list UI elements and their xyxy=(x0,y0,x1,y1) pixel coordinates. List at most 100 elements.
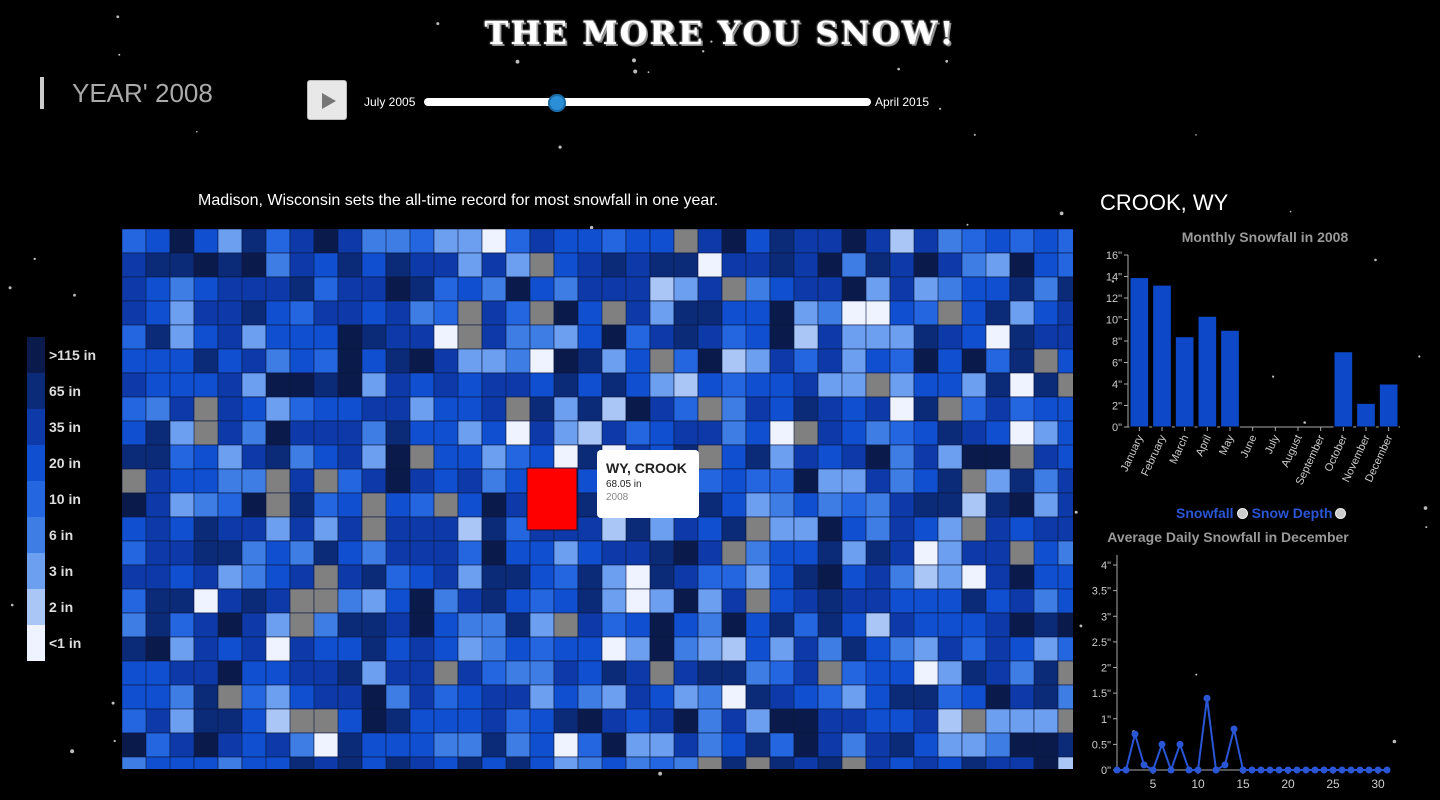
county[interactable] xyxy=(433,756,459,769)
county[interactable] xyxy=(697,660,723,686)
county[interactable] xyxy=(577,636,603,662)
county[interactable] xyxy=(433,612,459,638)
county[interactable] xyxy=(529,229,555,254)
county[interactable] xyxy=(841,684,867,710)
county[interactable] xyxy=(865,324,891,350)
county[interactable] xyxy=(313,300,339,326)
county[interactable] xyxy=(122,612,147,638)
county[interactable] xyxy=(433,420,459,446)
county[interactable] xyxy=(553,588,579,614)
county[interactable] xyxy=(793,229,819,254)
county[interactable] xyxy=(553,636,579,662)
county[interactable] xyxy=(457,732,483,758)
county[interactable] xyxy=(409,564,435,590)
county[interactable] xyxy=(817,756,843,769)
county[interactable] xyxy=(769,732,795,758)
county[interactable] xyxy=(505,324,531,350)
county[interactable] xyxy=(817,396,843,422)
county[interactable] xyxy=(721,732,747,758)
county[interactable] xyxy=(697,756,723,769)
county[interactable] xyxy=(193,492,219,518)
county[interactable] xyxy=(337,588,363,614)
county[interactable] xyxy=(217,229,243,254)
county[interactable] xyxy=(241,444,267,470)
county[interactable] xyxy=(889,468,915,494)
county[interactable] xyxy=(817,300,843,326)
county[interactable] xyxy=(529,684,555,710)
data-point[interactable] xyxy=(1365,766,1373,774)
county[interactable] xyxy=(577,348,603,374)
county[interactable] xyxy=(265,636,291,662)
county[interactable] xyxy=(745,564,771,590)
county[interactable] xyxy=(625,324,651,350)
county[interactable] xyxy=(217,756,243,769)
county[interactable] xyxy=(265,732,291,758)
county[interactable] xyxy=(865,420,891,446)
county[interactable] xyxy=(1057,276,1073,302)
county[interactable] xyxy=(145,636,171,662)
county[interactable] xyxy=(409,420,435,446)
county[interactable] xyxy=(769,372,795,398)
county[interactable] xyxy=(481,444,507,470)
county[interactable] xyxy=(385,252,411,278)
county[interactable] xyxy=(193,229,219,254)
bar[interactable] xyxy=(1378,383,1399,428)
data-point[interactable] xyxy=(1113,766,1121,774)
county[interactable] xyxy=(769,708,795,734)
county[interactable] xyxy=(457,588,483,614)
county[interactable] xyxy=(721,372,747,398)
county[interactable] xyxy=(217,564,243,590)
county[interactable] xyxy=(385,540,411,566)
county[interactable] xyxy=(1009,252,1035,278)
county[interactable] xyxy=(289,348,315,374)
county[interactable] xyxy=(217,300,243,326)
county[interactable] xyxy=(985,612,1011,638)
county[interactable] xyxy=(937,612,963,638)
county[interactable] xyxy=(841,396,867,422)
county[interactable] xyxy=(937,732,963,758)
county[interactable] xyxy=(265,229,291,254)
county[interactable] xyxy=(505,540,531,566)
county[interactable] xyxy=(817,540,843,566)
county[interactable] xyxy=(937,636,963,662)
county[interactable] xyxy=(673,300,699,326)
county[interactable] xyxy=(985,708,1011,734)
county[interactable] xyxy=(865,636,891,662)
county[interactable] xyxy=(217,348,243,374)
county[interactable] xyxy=(1057,444,1073,470)
data-point[interactable] xyxy=(1212,766,1220,774)
county[interactable] xyxy=(721,468,747,494)
county[interactable] xyxy=(1033,252,1059,278)
bar[interactable] xyxy=(1220,329,1240,428)
data-point[interactable] xyxy=(1374,766,1382,774)
county[interactable] xyxy=(649,300,675,326)
county[interactable] xyxy=(481,420,507,446)
county[interactable] xyxy=(697,324,723,350)
county[interactable] xyxy=(241,276,267,302)
county[interactable] xyxy=(817,732,843,758)
county[interactable] xyxy=(553,229,579,254)
county[interactable] xyxy=(193,564,219,590)
county[interactable] xyxy=(553,756,579,769)
county[interactable] xyxy=(505,300,531,326)
data-point[interactable] xyxy=(1140,761,1148,769)
county[interactable] xyxy=(697,372,723,398)
county[interactable] xyxy=(601,708,627,734)
county[interactable] xyxy=(289,468,315,494)
county[interactable] xyxy=(1033,516,1059,542)
county[interactable] xyxy=(241,492,267,518)
county[interactable] xyxy=(265,420,291,446)
county[interactable] xyxy=(433,684,459,710)
county[interactable] xyxy=(865,348,891,374)
county[interactable] xyxy=(409,612,435,638)
county[interactable] xyxy=(553,732,579,758)
county[interactable] xyxy=(481,396,507,422)
county[interactable] xyxy=(241,396,267,422)
county[interactable] xyxy=(889,540,915,566)
county[interactable] xyxy=(745,420,771,446)
county[interactable] xyxy=(865,684,891,710)
county[interactable] xyxy=(553,324,579,350)
county[interactable] xyxy=(241,660,267,686)
county[interactable] xyxy=(457,444,483,470)
county[interactable] xyxy=(697,420,723,446)
